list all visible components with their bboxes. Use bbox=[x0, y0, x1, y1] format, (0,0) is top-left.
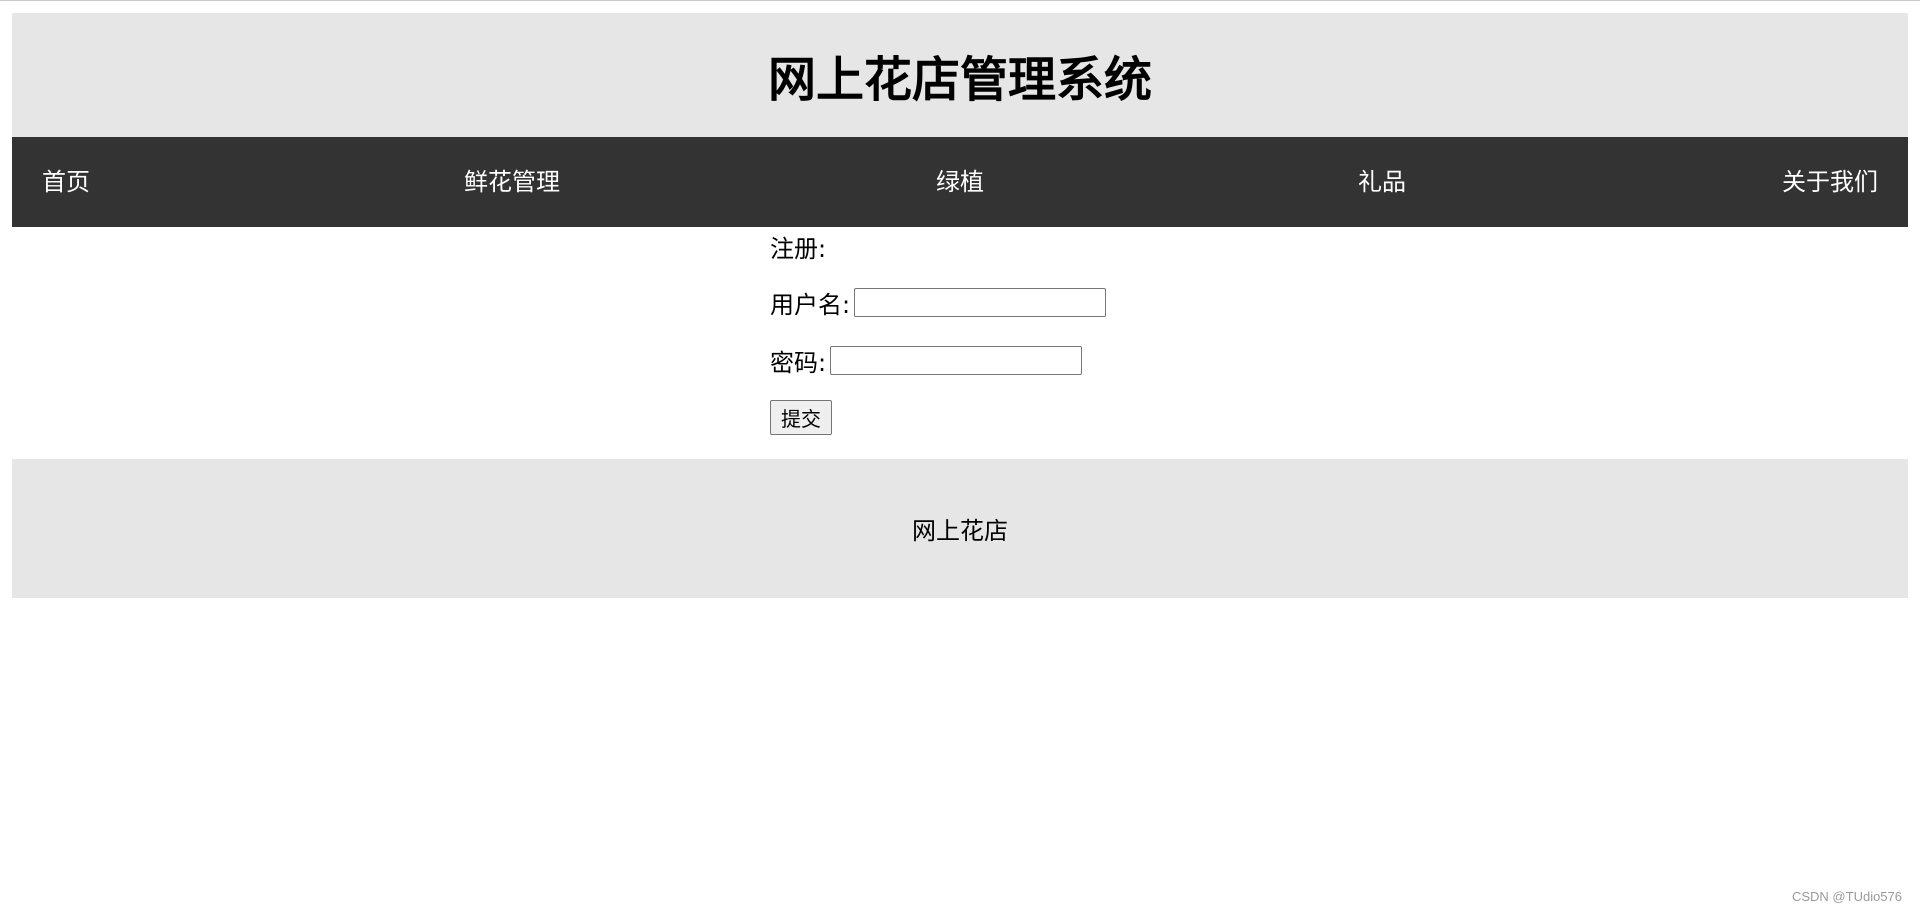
top-divider bbox=[0, 0, 1920, 1]
username-row: 用户名: bbox=[770, 284, 1107, 320]
nav-item-flower-management[interactable]: 鲜花管理 bbox=[464, 137, 560, 227]
footer: 网上花店 bbox=[12, 459, 1908, 598]
username-input[interactable] bbox=[854, 287, 1107, 317]
page: 网上花店管理系统 首页 鲜花管理 绿植 礼品 关于我们 注册: 用户名: 密码:… bbox=[0, 0, 1920, 914]
nav-item-home[interactable]: 首页 bbox=[42, 137, 90, 227]
watermark: CSDN @TUdio576 bbox=[1791, 889, 1902, 904]
nav-item-gifts[interactable]: 礼品 bbox=[1358, 137, 1406, 227]
password-label: 密码: bbox=[770, 348, 827, 377]
nav-item-green-plants[interactable]: 绿植 bbox=[936, 137, 984, 227]
password-input[interactable] bbox=[830, 345, 1083, 375]
header: 网上花店管理系统 bbox=[12, 13, 1908, 137]
form-title: 注册: bbox=[770, 235, 827, 263]
page-title: 网上花店管理系统 bbox=[767, 52, 1152, 108]
username-label: 用户名: bbox=[770, 290, 851, 319]
register-form: 注册: 用户名: 密码: 提交 bbox=[770, 227, 1270, 457]
nav-item-about-us[interactable]: 关于我们 bbox=[1782, 137, 1878, 227]
password-row: 密码: bbox=[770, 342, 1083, 378]
main-nav: 首页 鲜花管理 绿植 礼品 关于我们 bbox=[12, 137, 1908, 227]
submit-button[interactable]: 提交 bbox=[770, 400, 832, 435]
footer-text: 网上花店 bbox=[912, 517, 1008, 545]
